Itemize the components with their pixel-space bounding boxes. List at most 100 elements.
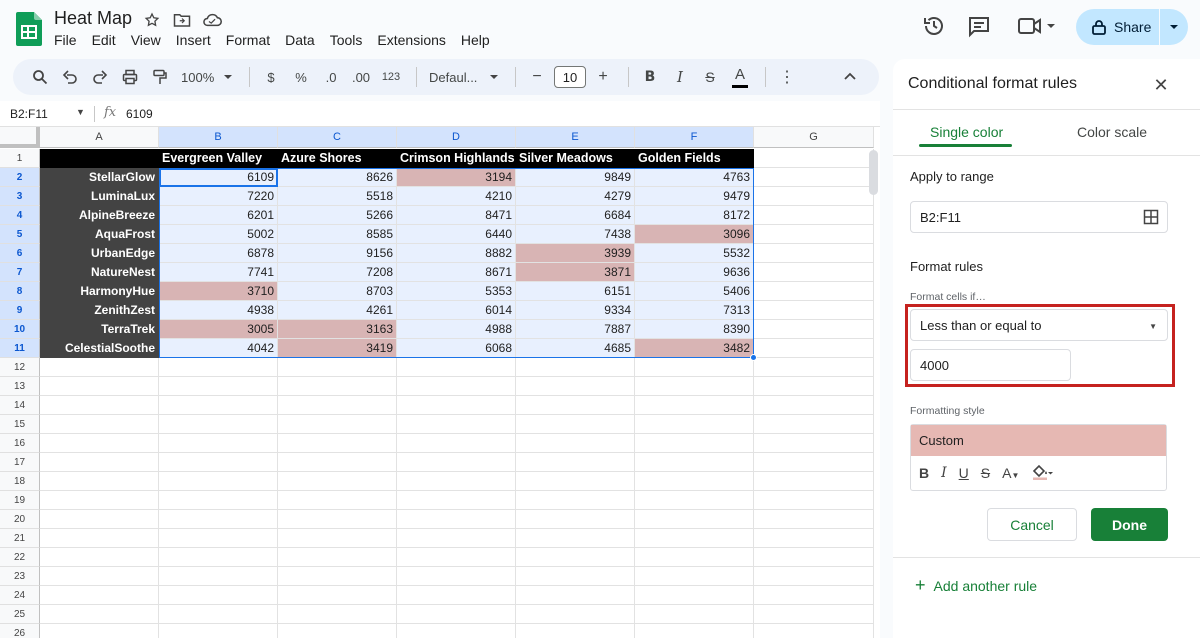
data-cell[interactable]: 4763 <box>635 168 754 187</box>
cell[interactable] <box>516 491 635 510</box>
cell[interactable] <box>40 415 159 434</box>
cell[interactable] <box>516 472 635 491</box>
cell[interactable] <box>754 339 874 358</box>
style-text-color-button[interactable]: A▼ <box>1002 465 1019 481</box>
data-cell[interactable]: 7438 <box>516 225 635 244</box>
cell[interactable] <box>159 529 278 548</box>
row-header-15[interactable]: 15 <box>0 415 40 434</box>
cell[interactable] <box>754 434 874 453</box>
cell[interactable] <box>516 529 635 548</box>
cell[interactable] <box>159 415 278 434</box>
cell[interactable] <box>397 377 516 396</box>
cell[interactable] <box>635 415 754 434</box>
row-header-21[interactable]: 21 <box>0 529 40 548</box>
menu-help[interactable]: Help <box>461 32 490 48</box>
data-cell[interactable]: 8585 <box>278 225 397 244</box>
cell[interactable] <box>278 415 397 434</box>
highlighted-cell[interactable]: 3163 <box>278 320 397 339</box>
column-header-e[interactable]: E <box>516 127 635 148</box>
row-header-20[interactable]: 20 <box>0 510 40 529</box>
row-label-cell[interactable]: ZenithZest <box>40 301 159 320</box>
header-cell[interactable]: Silver Meadows <box>516 149 635 168</box>
cell[interactable] <box>40 453 159 472</box>
data-cell[interactable]: 9156 <box>278 244 397 263</box>
cell[interactable] <box>754 377 874 396</box>
menu-edit[interactable]: Edit <box>92 32 116 48</box>
data-cell[interactable]: 6014 <box>397 301 516 320</box>
highlighted-cell[interactable]: 3939 <box>516 244 635 263</box>
move-folder-icon[interactable] <box>172 10 192 30</box>
cell[interactable] <box>516 434 635 453</box>
cell[interactable] <box>278 472 397 491</box>
header-cell[interactable]: Azure Shores <box>278 149 397 168</box>
row-header-22[interactable]: 22 <box>0 548 40 567</box>
row-label-cell[interactable]: StellarGlow <box>40 168 159 187</box>
column-header-b[interactable]: B <box>159 127 278 148</box>
cell[interactable] <box>635 434 754 453</box>
sheets-logo-icon[interactable] <box>16 12 42 46</box>
more-options-icon[interactable]: ⋮ <box>774 63 800 91</box>
cell[interactable] <box>516 605 635 624</box>
data-cell[interactable]: 8471 <box>397 206 516 225</box>
data-cell[interactable]: 6201 <box>159 206 278 225</box>
cell[interactable] <box>754 301 874 320</box>
cell[interactable] <box>635 586 754 605</box>
cell[interactable] <box>635 453 754 472</box>
cell[interactable] <box>159 434 278 453</box>
cell[interactable] <box>40 586 159 605</box>
header-cell[interactable]: Crimson Highlands <box>397 149 516 168</box>
cell[interactable] <box>635 491 754 510</box>
header-cell[interactable]: Golden Fields <box>635 149 754 168</box>
data-cell[interactable]: 4279 <box>516 187 635 206</box>
data-cell[interactable]: 4261 <box>278 301 397 320</box>
highlighted-cell[interactable]: 3710 <box>159 282 278 301</box>
decrease-font-size-button[interactable]: − <box>524 63 550 91</box>
cell[interactable] <box>397 491 516 510</box>
cell[interactable] <box>159 377 278 396</box>
cell[interactable] <box>159 548 278 567</box>
data-cell[interactable]: 4042 <box>159 339 278 358</box>
style-underline-button[interactable]: U <box>959 465 969 481</box>
data-cell[interactable]: 4938 <box>159 301 278 320</box>
data-cell[interactable]: 8882 <box>397 244 516 263</box>
column-header-g[interactable]: G <box>754 127 874 148</box>
cell[interactable] <box>635 567 754 586</box>
column-header-a[interactable]: A <box>40 127 159 148</box>
vertical-scrollbar[interactable] <box>869 150 878 195</box>
cell[interactable] <box>754 168 874 187</box>
cell[interactable] <box>278 624 397 638</box>
data-cell[interactable]: 8172 <box>635 206 754 225</box>
cell[interactable] <box>635 605 754 624</box>
cell[interactable] <box>159 472 278 491</box>
data-cell[interactable]: 5002 <box>159 225 278 244</box>
done-button[interactable]: Done <box>1091 508 1168 541</box>
cell[interactable] <box>278 548 397 567</box>
row-header-2[interactable]: 2 <box>0 168 40 187</box>
row-header-10[interactable]: 10 <box>0 320 40 339</box>
cell[interactable] <box>397 396 516 415</box>
percent-format-button[interactable]: % <box>288 63 314 91</box>
search-menus-icon[interactable] <box>27 63 53 91</box>
data-cell[interactable]: 8626 <box>278 168 397 187</box>
cell[interactable] <box>635 548 754 567</box>
cell[interactable] <box>754 187 874 206</box>
data-cell[interactable]: 6878 <box>159 244 278 263</box>
style-italic-button[interactable]: I <box>941 465 947 481</box>
cell[interactable] <box>635 472 754 491</box>
comments-icon[interactable] <box>967 14 991 38</box>
cell[interactable] <box>754 453 874 472</box>
cell[interactable] <box>754 605 874 624</box>
fill-handle[interactable] <box>750 354 757 361</box>
cell[interactable] <box>159 396 278 415</box>
row-label-cell[interactable]: HarmonyHue <box>40 282 159 301</box>
header-cell[interactable]: Evergreen Valley <box>159 149 278 168</box>
data-cell[interactable]: 6684 <box>516 206 635 225</box>
data-cell[interactable]: 7313 <box>635 301 754 320</box>
row-header-7[interactable]: 7 <box>0 263 40 282</box>
row-label-cell[interactable]: UrbanEdge <box>40 244 159 263</box>
cell[interactable] <box>40 624 159 638</box>
highlighted-cell[interactable]: 3419 <box>278 339 397 358</box>
column-header-c[interactable]: C <box>278 127 397 148</box>
strikethrough-button[interactable]: S <box>697 63 723 91</box>
increase-font-size-button[interactable]: + <box>590 63 616 91</box>
